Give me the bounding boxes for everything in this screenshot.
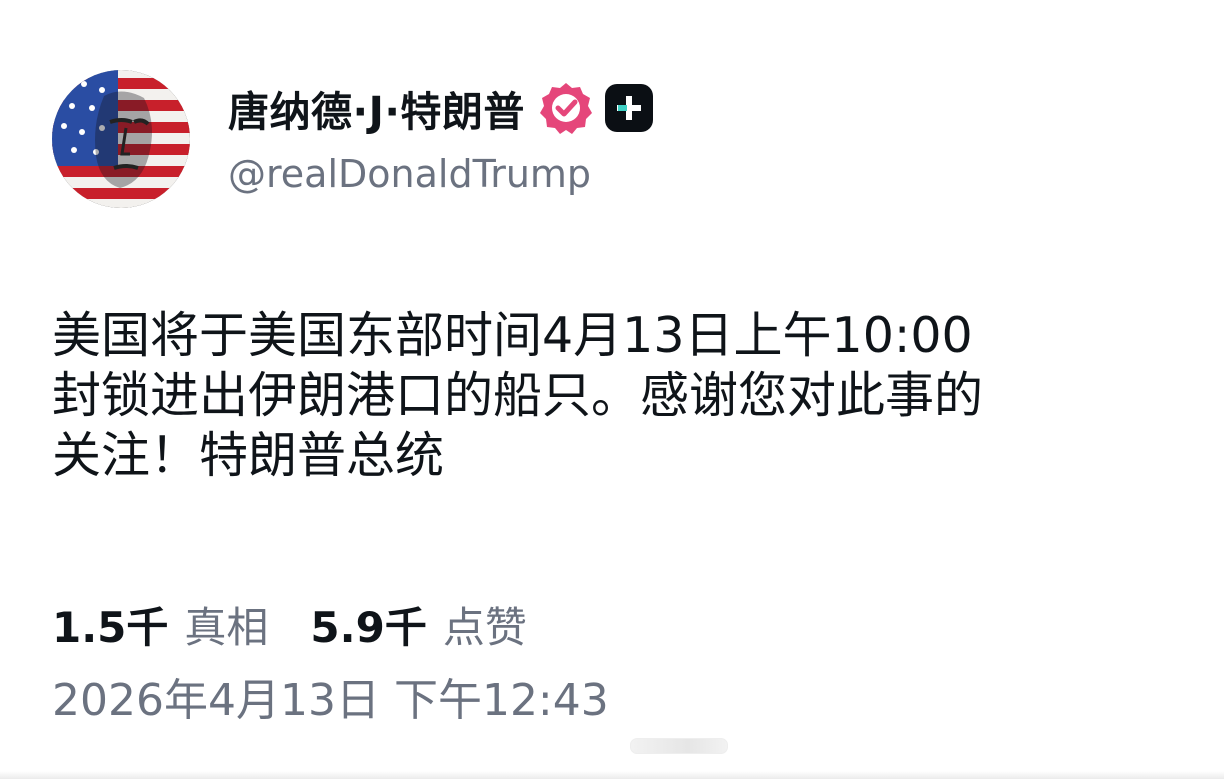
author-display-name[interactable]: 唐纳德·J·特朗普 (228, 78, 525, 138)
likes-count[interactable]: 5.9千 (310, 594, 426, 655)
post-timestamp: 2026年4月13日 下午12:43 (52, 675, 609, 726)
truths-count[interactable]: 1.5千 (52, 594, 168, 655)
likes-label[interactable]: 点赞 (443, 594, 527, 655)
plus-badge-icon (604, 84, 653, 132)
post-stats: 1.5千 真相 5.9千 点赞 (52, 594, 527, 655)
plus-icon (616, 96, 641, 120)
avatar[interactable] (52, 70, 190, 208)
author-name-row: 唐纳德·J·特朗普 (228, 80, 653, 136)
author-handle[interactable]: @realDonaldTrump (228, 152, 591, 196)
bottom-divider (0, 771, 1224, 779)
watermark (630, 738, 728, 754)
verified-badge-icon (539, 83, 592, 134)
truths-label[interactable]: 真相 (184, 594, 268, 655)
truth-post: 唐纳德·J·特朗普 @realDonaldTrump 美国将于美国东部时间4月1… (0, 0, 1224, 779)
post-body-text: 美国将于美国东部时间4月13日上午10:00 封锁进出伊朗港口的船只。感谢您对此… (52, 307, 984, 484)
avatar-image (52, 70, 190, 208)
